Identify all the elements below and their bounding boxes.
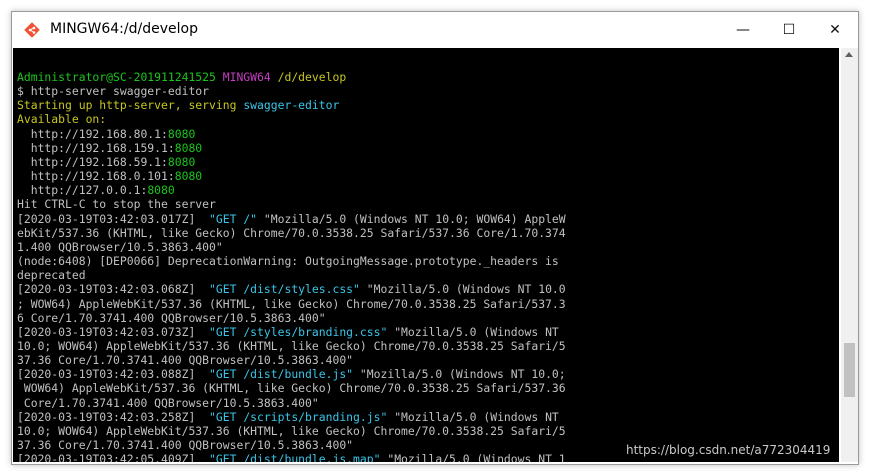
log-request: "GET /styles/branding.css" [209, 324, 388, 339]
log-timestamp: [2020-03-19T03:42:03.258Z] [17, 409, 210, 424]
close-icon: ✕ [829, 22, 841, 38]
log-user-agent: 37.36 Core/1.70.3741.400 QQBrowser/10.5.… [17, 353, 354, 368]
address-port: 8080 [174, 140, 203, 155]
log-user-agent: "Mozilla/5.0 (Windows NT 1 [380, 452, 566, 462]
log-user-agent: 6 Core/1.70.3741.400 QQBrowser/10.5.3863… [17, 310, 326, 325]
prompt-user: Administrator@SC-201911241525 [17, 70, 216, 84]
log-user-agent: WOW64) AppleWebKit/537.36 (KHTML, like G… [17, 381, 566, 396]
log-timestamp: [2020-03-19T03:42:03.068Z] [17, 282, 210, 297]
watermark: https://blog.csdn.net/a772304419 [626, 443, 831, 457]
starting-text: Starting up http-server, serving [17, 98, 244, 113]
log-timestamp: [2020-03-19T03:42:05.409Z] [17, 452, 210, 462]
address-url: http://192.168.80.1: [17, 126, 168, 141]
close-button[interactable]: ✕ [812, 12, 858, 48]
scroll-up-arrow-icon[interactable] [845, 52, 853, 57]
log-request: "GET /" [209, 211, 258, 226]
address-port: 8080 [174, 169, 203, 184]
address-url: http://192.168.0.101: [17, 169, 175, 184]
log-timestamp: [2020-03-19T03:42:03.017Z] [17, 211, 210, 226]
log-user-agent: "Mozilla/5.0 (Windows NT [387, 324, 559, 339]
address-port: 8080 [167, 154, 196, 169]
log-user-agent: "Mozilla/5.0 (Windows NT 10.0; [353, 367, 566, 382]
log-user-agent: 1.400 QQBrowser/10.5.3863.400" [17, 239, 223, 254]
terminal-text: Administrator@SC-201911241525 MINGW64 /d… [17, 70, 566, 462]
terminal-output[interactable]: Administrator@SC-201911241525 MINGW64 /d… [13, 48, 839, 462]
deprecation-warning: deprecated [17, 268, 86, 283]
maximize-icon: ☐ [782, 22, 796, 38]
scrollbar-thumb[interactable] [844, 343, 855, 397]
minimize-icon: — [736, 22, 750, 38]
stop-hint: Hit CTRL-C to stop the server [17, 197, 216, 212]
terminal-window: MINGW64:/d/develop — ☐ ✕ Administrator@S… [11, 11, 859, 465]
log-user-agent: ; WOW64) AppleWebKit/537.36 (KHTML, like… [17, 296, 566, 311]
log-request: "GET /dist/styles.css" [209, 282, 360, 297]
command-line: $ http-server swagger-editor [17, 84, 210, 99]
address-url: http://192.168.59.1: [17, 154, 168, 169]
title-bar[interactable]: MINGW64:/d/develop — ☐ ✕ [12, 12, 858, 48]
starting-dir: swagger-editor [243, 98, 340, 113]
git-bash-icon [24, 22, 40, 38]
log-user-agent: 37.36 Core/1.70.3741.400 QQBrowser/10.5.… [17, 438, 354, 453]
address-url: http://127.0.0.1: [17, 183, 148, 198]
prompt-system: MINGW64 [222, 70, 271, 84]
maximize-button[interactable]: ☐ [766, 12, 812, 48]
log-user-agent: 10.0; WOW64) AppleWebKit/537.36 (KHTML, … [17, 423, 566, 438]
address-url: http://192.168.159.1: [17, 140, 175, 155]
address-port: 8080 [167, 126, 196, 141]
log-user-agent: "Mozilla/5.0 (Windows NT [387, 409, 559, 424]
log-request: "GET /dist/bundle.js" [209, 367, 354, 382]
log-request: "GET /scripts/branding.js" [209, 409, 388, 424]
log-user-agent: 10.0; WOW64) AppleWebKit/537.36 (KHTML, … [17, 338, 566, 353]
log-request: "GET /dist/bundle.js.map" [209, 452, 381, 462]
log-user-agent: ebKit/537.36 (KHTML, like Gecko) Chrome/… [17, 225, 566, 240]
window-title: MINGW64:/d/develop [50, 21, 198, 37]
log-timestamp: [2020-03-19T03:42:03.088Z] [17, 367, 210, 382]
prompt-path: /d/develop [277, 70, 347, 84]
vertical-scrollbar[interactable] [841, 48, 858, 462]
log-user-agent: Core/1.70.3741.400 QQBrowser/10.5.3863.4… [17, 395, 319, 410]
log-user-agent: "Mozilla/5.0 (Windows NT 10.0; WOW64) Ap… [257, 211, 566, 226]
address-port: 8080 [147, 183, 175, 198]
available-label: Available on: [17, 112, 107, 127]
minimize-button[interactable]: — [720, 12, 766, 48]
deprecation-warning: (node:6408) [DEP0066] DeprecationWarning… [17, 254, 559, 269]
log-user-agent: "Mozilla/5.0 (Windows NT 10.0 [359, 282, 566, 297]
log-timestamp: [2020-03-19T03:42:03.073Z] [17, 324, 210, 339]
